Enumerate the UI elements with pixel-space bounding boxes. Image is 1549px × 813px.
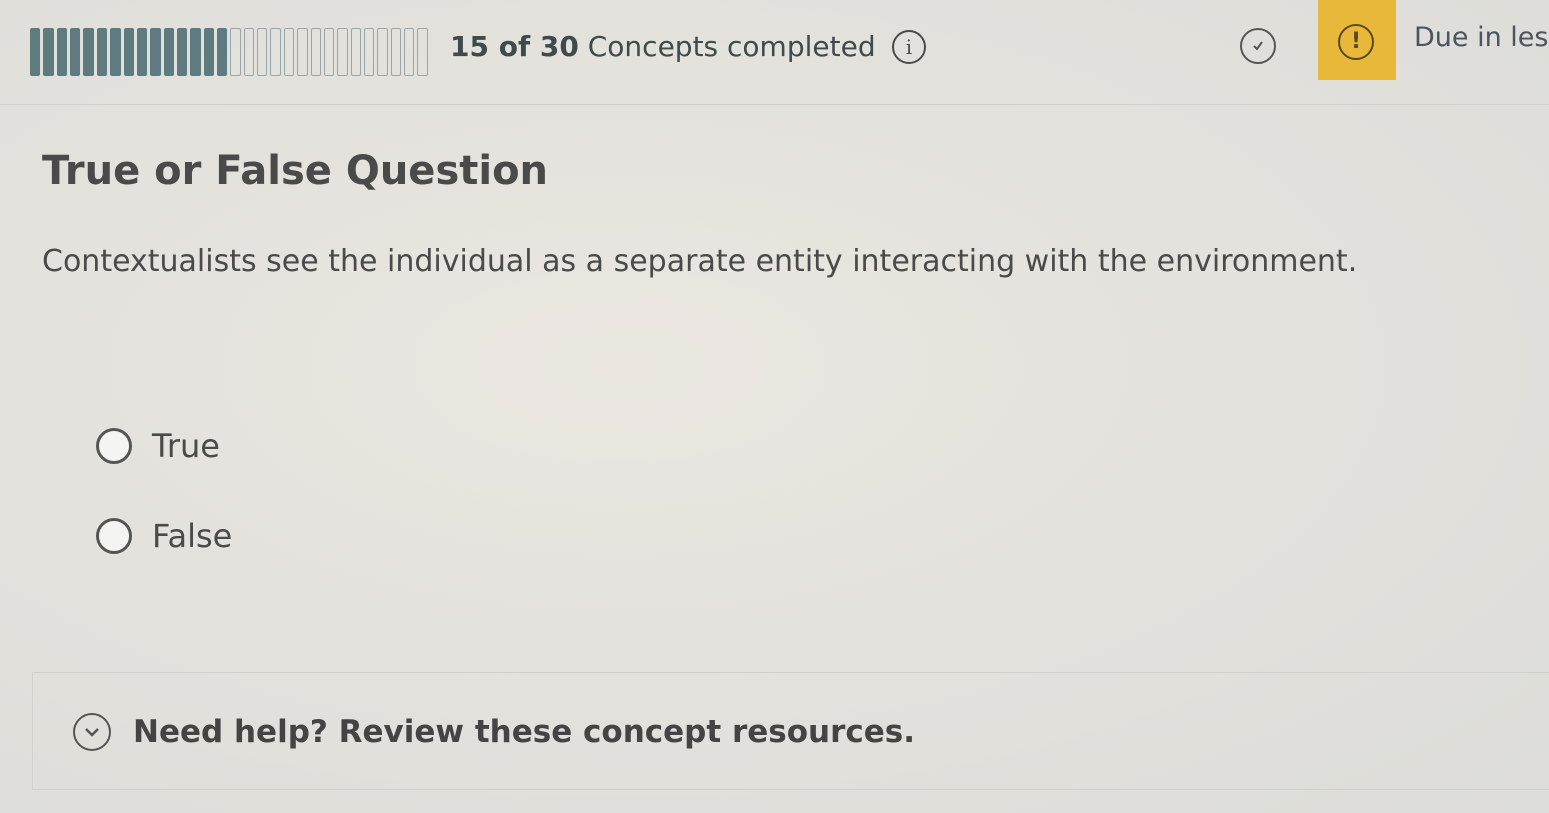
radio-button-true[interactable] <box>96 428 132 464</box>
due-date-label: Due in les <box>1414 22 1549 53</box>
due-alert-button[interactable]: ! <box>1318 0 1396 80</box>
option-label-false: False <box>152 517 233 555</box>
checkmark-glyph <box>1253 41 1263 51</box>
progress-segment <box>176 28 188 76</box>
progress-segment <box>310 28 321 76</box>
progress-segment <box>110 28 121 76</box>
checkmark-icon[interactable] <box>1240 28 1276 64</box>
progress-segment <box>350 28 361 76</box>
progress-segment <box>404 28 415 76</box>
progress-segment <box>270 28 281 76</box>
progress-segment <box>203 28 215 76</box>
progress-segment <box>70 28 81 76</box>
progress-bar <box>30 28 428 76</box>
question-text: Contextualists see the individual as a s… <box>42 244 1358 279</box>
progress-segment <box>123 28 134 76</box>
progress-segment <box>56 28 68 76</box>
question-title: True or False Question <box>42 148 549 194</box>
progress-segment <box>363 28 375 76</box>
option-false[interactable]: False <box>96 514 232 558</box>
option-true[interactable]: True <box>96 424 220 468</box>
radio-button-false[interactable] <box>96 518 132 554</box>
help-resources-link[interactable]: Need help? Review these concept resource… <box>133 714 915 750</box>
header-bar: 15 of 30 Concepts completed i ! Due in l… <box>0 0 1549 105</box>
help-panel: Need help? Review these concept resource… <box>32 672 1549 790</box>
progress-count: 15 of 30 <box>450 30 579 63</box>
progress-segment <box>297 28 308 76</box>
progress-segment <box>150 28 161 76</box>
progress-segment <box>96 28 108 76</box>
alert-icon: ! <box>1338 24 1374 60</box>
progress-label: 15 of 30 Concepts completed <box>450 30 876 63</box>
progress-segment <box>30 28 41 76</box>
progress-segment <box>43 28 54 76</box>
progress-segment <box>217 28 228 76</box>
help-resources-toggle[interactable]: Need help? Review these concept resource… <box>73 713 915 751</box>
progress-segment <box>417 28 428 76</box>
chevron-down-icon <box>73 713 111 751</box>
progress-suffix: Concepts completed <box>578 30 876 63</box>
progress-segment <box>190 28 201 76</box>
progress-segment <box>83 28 94 76</box>
progress-segment <box>390 28 402 76</box>
progress-segment <box>377 28 388 76</box>
progress-segment <box>257 28 268 76</box>
chevron-glyph <box>85 728 99 737</box>
progress-segment <box>163 28 174 76</box>
progress-segment <box>283 28 295 76</box>
progress-segment <box>136 28 148 76</box>
info-icon[interactable]: i <box>892 30 926 64</box>
progress-segment <box>337 28 348 76</box>
progress-segment <box>323 28 335 76</box>
progress-segment <box>243 28 255 76</box>
option-label-true: True <box>152 427 220 465</box>
progress-segment <box>230 28 241 76</box>
